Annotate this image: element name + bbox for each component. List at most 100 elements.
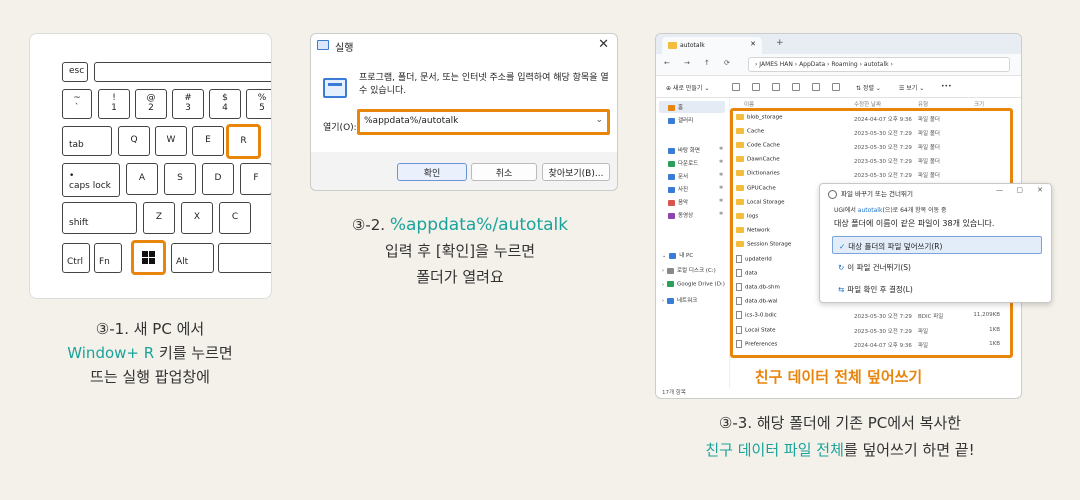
- nav-item-google-drive[interactable]: › Google Drive (D:): [662, 281, 725, 288]
- key-label: W: [166, 135, 176, 146]
- key-label: Ctrl: [67, 257, 84, 268]
- decide-files-option[interactable]: ⇆ 파일 확인 후 결정(L): [832, 280, 1042, 298]
- nav-item-label: Google Drive (D:): [677, 281, 725, 288]
- key-label: 3: [185, 103, 191, 113]
- explorer-tab[interactable]: autotalk ✕: [662, 37, 762, 54]
- home-icon: [668, 104, 675, 111]
- replace-progress-text: UGI에서 autotalk(으)로 64개 항목 이동 중: [834, 205, 947, 214]
- nav-item-desktop[interactable]: 바탕 화면: [668, 146, 700, 154]
- column-header-date[interactable]: 수정한 날짜: [854, 100, 881, 108]
- nav-item-local-disk[interactable]: › 로컬 디스크 (C:): [662, 266, 716, 274]
- chevron-down-icon[interactable]: ⌄: [662, 253, 666, 259]
- key-function-row: [94, 62, 271, 82]
- run-app-icon: [317, 40, 329, 50]
- nav-item-home[interactable]: 홈: [668, 103, 683, 111]
- chevron-right-icon[interactable]: ›: [662, 282, 664, 288]
- chevron-down-icon[interactable]: ⌄: [595, 115, 603, 125]
- minimize-icon[interactable]: —: [996, 186, 1003, 194]
- nav-item-network[interactable]: › 네트워크: [662, 296, 697, 304]
- key-label: A: [138, 173, 146, 184]
- nav-item-this-pc[interactable]: ⌄ 내 PC: [662, 251, 693, 259]
- run-body: 프로그램, 폴더, 문서, 또는 인터넷 주소를 입력하여 해당 항목을 열 수…: [311, 58, 617, 152]
- network-icon: [667, 297, 674, 304]
- view-button[interactable]: ☰ 보기 ⌄: [899, 83, 924, 92]
- chevron-right-icon[interactable]: ›: [662, 298, 664, 304]
- windows-logo-icon: [142, 251, 155, 264]
- skip-icon: ↻: [838, 263, 845, 272]
- more-icon[interactable]: •••: [941, 83, 952, 90]
- caption-text: 키를 누르면: [154, 344, 233, 362]
- cut-icon[interactable]: [732, 83, 740, 91]
- open-input-value: %appdata%/autotalk: [364, 116, 459, 126]
- step-3-caption: ③-3. 해당 폴더에 기존 PC에서 복사한 친구 데이터 파일 전체를 덮어…: [640, 410, 1040, 464]
- ok-button[interactable]: 확인: [397, 163, 467, 181]
- destination-link[interactable]: autotalk: [858, 207, 883, 214]
- up-arrow-icon[interactable]: ↑: [704, 59, 710, 67]
- close-icon[interactable]: ✕: [1037, 186, 1043, 194]
- skip-files-option[interactable]: ↻ 이 파일 건너뛰기(S): [832, 258, 1042, 276]
- new-button[interactable]: ⊕ 새로 만들기 ⌄: [666, 83, 709, 92]
- status-bar: 17개 항목: [662, 390, 686, 396]
- key-label: shift: [69, 218, 89, 229]
- column-header-size[interactable]: 크기: [974, 100, 984, 108]
- nav-item-pictures[interactable]: 사진: [668, 185, 688, 193]
- run-description: 프로그램, 폴더, 문서, 또는 인터넷 주소를 입력하여 해당 항목을 열 수…: [359, 73, 609, 96]
- refresh-icon[interactable]: ⟳: [724, 59, 730, 67]
- caption-highlight: 친구 데이터 파일 전체: [705, 441, 844, 459]
- open-label: 열기(O):: [323, 123, 357, 133]
- run-title: 실행: [335, 43, 354, 54]
- column-header-type[interactable]: 유형: [918, 100, 928, 108]
- nav-item-documents[interactable]: 문서: [668, 172, 688, 180]
- open-input[interactable]: %appdata%/autotalk ⌄: [357, 109, 610, 135]
- run-title-bar: 실행 ✕: [311, 34, 617, 58]
- nav-item-music[interactable]: 음악: [668, 198, 688, 206]
- option-label: 이 파일 건너뛰기(S): [847, 263, 911, 272]
- maximize-icon[interactable]: ▢: [1016, 186, 1023, 194]
- music-icon: [668, 199, 675, 206]
- tab-close-icon[interactable]: ✕: [750, 40, 756, 48]
- key-caps-lock: • caps lock: [62, 163, 120, 197]
- cancel-button[interactable]: 취소: [471, 163, 537, 181]
- key-label: 4: [222, 103, 228, 113]
- rename-icon[interactable]: [792, 83, 800, 91]
- caption-text: ③-2.: [351, 216, 390, 234]
- key-label: D: [214, 173, 222, 184]
- key-label: Alt: [176, 257, 189, 268]
- key-label: C: [231, 212, 239, 223]
- close-icon[interactable]: ✕: [598, 37, 609, 52]
- chevron-right-icon[interactable]: ›: [662, 268, 664, 274]
- replace-dialog-title: 파일 바꾸기 또는 건너뛰기: [828, 188, 913, 199]
- nav-item-label: 동영상: [678, 213, 694, 219]
- copy-icon[interactable]: [752, 83, 760, 91]
- key-shift: shift: [62, 202, 137, 234]
- column-header-name[interactable]: 이름: [744, 100, 754, 108]
- picture-icon: [668, 186, 675, 193]
- key-space: [218, 243, 271, 273]
- key-ctrl: Ctrl: [62, 243, 90, 273]
- option-label: 대상 폴더의 파일 덮어쓰기(R): [848, 242, 943, 251]
- forward-arrow-icon[interactable]: →: [684, 59, 690, 67]
- keyboard-illustration: esc ~ ` ! 1 @2 #3 $4 % 5 tab Q W E R • caps …: [29, 33, 272, 299]
- key-z: Z: [143, 202, 175, 234]
- pin-icon: ✱: [719, 211, 724, 217]
- sort-button[interactable]: ⇅ 정렬 ⌄: [856, 83, 881, 92]
- tab-title: autotalk: [680, 42, 705, 49]
- share-icon[interactable]: [812, 83, 820, 91]
- key-label: Fn: [99, 257, 110, 268]
- explorer-address-row: ← → ↑ ⟳ › JAMES HAN › AppData › Roaming …: [656, 54, 1021, 76]
- browse-button[interactable]: 찾아보기(B)...: [542, 163, 610, 181]
- key-label: Z: [155, 212, 163, 223]
- paste-icon[interactable]: [772, 83, 780, 91]
- back-arrow-icon[interactable]: ←: [664, 59, 670, 67]
- key-3: #3: [172, 89, 204, 119]
- nav-item-downloads[interactable]: 다운로드: [668, 159, 698, 167]
- address-bar[interactable]: › JAMES HAN › AppData › Roaming › autota…: [748, 57, 1010, 72]
- step-1-caption: ③-1. 새 PC 에서 Window+ R 키를 누르면 뜨는 실행 팝업창에: [40, 317, 260, 389]
- replace-files-option[interactable]: ✓ 대상 폴더의 파일 덮어쓰기(R): [832, 236, 1042, 254]
- key-x: X: [181, 202, 213, 234]
- caption-line: 친구 데이터 파일 전체를 덮어쓰기 하면 끝!: [640, 437, 1040, 464]
- nav-item-videos[interactable]: 동영상: [668, 211, 693, 219]
- delete-icon[interactable]: [832, 83, 840, 91]
- nav-item-gallery[interactable]: 갤러리: [668, 116, 693, 124]
- new-tab-icon[interactable]: +: [776, 38, 784, 48]
